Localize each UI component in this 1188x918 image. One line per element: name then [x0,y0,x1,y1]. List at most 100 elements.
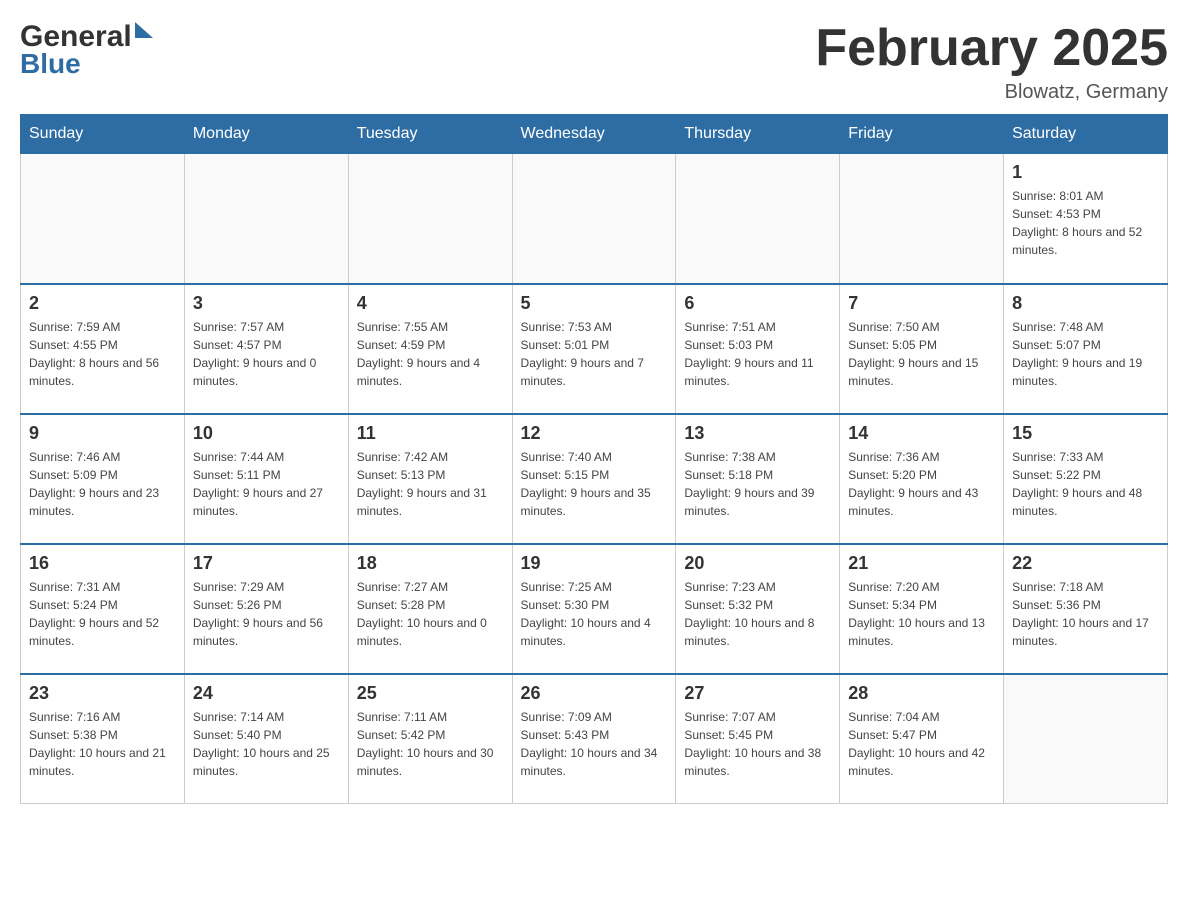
day-number: 13 [684,423,831,444]
calendar-cell: 23Sunrise: 7:16 AMSunset: 5:38 PMDayligh… [21,674,185,804]
day-number: 7 [848,293,995,314]
day-info: Sunrise: 7:59 AMSunset: 4:55 PMDaylight:… [29,318,176,390]
logo: General Blue [20,20,153,80]
calendar-week-row: 2 Sunrise: 7:59 AMSunset: 4:55 PMDaylight… [21,284,1168,414]
day-number: 22 [1012,553,1159,574]
day-info: Sunrise: 7:07 AMSunset: 5:45 PMDaylight:… [684,708,831,780]
day-info: Sunrise: 7:53 AMSunset: 5:01 PMDaylight:… [521,318,668,390]
calendar-cell: 8 Sunrise: 7:48 AMSunset: 5:07 PMDaylight… [1004,284,1168,414]
calendar-cell: 18 Sunrise: 7:27 AMSunset: 5:28 PMDayligh… [348,544,512,674]
day-info: Sunrise: 7:51 AMSunset: 5:03 PMDaylight:… [684,318,831,390]
day-info: Sunrise: 7:09 AMSunset: 5:43 PMDaylight:… [521,708,668,780]
day-info: Sunrise: 7:36 AMSunset: 5:20 PMDaylight:… [848,448,995,520]
calendar-cell: 2 Sunrise: 7:59 AMSunset: 4:55 PMDaylight… [21,284,185,414]
day-info: Sunrise: 7:44 AMSunset: 5:11 PMDaylight:… [193,448,340,520]
day-number: 14 [848,423,995,444]
title-section: February 2025 Blowatz, Germany [815,20,1168,104]
day-number: 19 [521,553,668,574]
calendar-cell: 10 Sunrise: 7:44 AMSunset: 5:11 PMDayligh… [184,414,348,544]
month-title: February 2025 [815,20,1168,77]
calendar-cell: 13 Sunrise: 7:38 AMSunset: 5:18 PMDayligh… [676,414,840,544]
day-number: 3 [193,293,340,314]
day-info: Sunrise: 7:11 AMSunset: 5:42 PMDaylight:… [357,708,504,780]
calendar-cell: 1Sunrise: 8:01 AMSunset: 4:53 PMDaylight… [1004,154,1168,284]
day-number: 21 [848,553,995,574]
logo-arrow-icon [135,22,153,38]
day-info: Sunrise: 7:48 AMSunset: 5:07 PMDaylight:… [1012,318,1159,390]
calendar-cell: 25 Sunrise: 7:11 AMSunset: 5:42 PMDayligh… [348,674,512,804]
calendar-week-row: 23Sunrise: 7:16 AMSunset: 5:38 PMDayligh… [21,674,1168,804]
calendar-cell: 17 Sunrise: 7:29 AMSunset: 5:26 PMDayligh… [184,544,348,674]
calendar-cell [184,154,348,284]
calendar-cell: 5 Sunrise: 7:53 AMSunset: 5:01 PMDaylight… [512,284,676,414]
calendar-table: SundayMondayTuesdayWednesdayThursdayFrid… [20,114,1168,804]
weekday-header-sunday: Sunday [21,115,185,154]
day-number: 20 [684,553,831,574]
day-number: 6 [684,293,831,314]
day-number: 8 [1012,293,1159,314]
day-info: Sunrise: 7:31 AMSunset: 5:24 PMDaylight:… [29,578,176,650]
calendar-cell [512,154,676,284]
day-number: 5 [521,293,668,314]
day-info: Sunrise: 7:25 AMSunset: 5:30 PMDaylight:… [521,578,668,650]
calendar-cell: 21 Sunrise: 7:20 AMSunset: 5:34 PMDayligh… [840,544,1004,674]
weekday-header-saturday: Saturday [1004,115,1168,154]
day-info: Sunrise: 7:55 AMSunset: 4:59 PMDaylight:… [357,318,504,390]
weekday-header-friday: Friday [840,115,1004,154]
calendar-cell: 3 Sunrise: 7:57 AMSunset: 4:57 PMDaylight… [184,284,348,414]
calendar-cell: 19 Sunrise: 7:25 AMSunset: 5:30 PMDayligh… [512,544,676,674]
day-number: 24 [193,683,340,704]
calendar-cell: 16Sunrise: 7:31 AMSunset: 5:24 PMDayligh… [21,544,185,674]
day-info: Sunrise: 7:04 AMSunset: 5:47 PMDaylight:… [848,708,995,780]
calendar-cell [1004,674,1168,804]
day-info: Sunrise: 7:20 AMSunset: 5:34 PMDaylight:… [848,578,995,650]
calendar-cell: 4 Sunrise: 7:55 AMSunset: 4:59 PMDaylight… [348,284,512,414]
location-text: Blowatz, Germany [815,81,1168,104]
day-info: Sunrise: 7:40 AMSunset: 5:15 PMDaylight:… [521,448,668,520]
calendar-week-row: 1Sunrise: 8:01 AMSunset: 4:53 PMDaylight… [21,154,1168,284]
day-number: 27 [684,683,831,704]
calendar-week-row: 9 Sunrise: 7:46 AMSunset: 5:09 PMDaylight… [21,414,1168,544]
weekday-header-tuesday: Tuesday [348,115,512,154]
day-info: Sunrise: 7:33 AMSunset: 5:22 PMDaylight:… [1012,448,1159,520]
calendar-cell: 14 Sunrise: 7:36 AMSunset: 5:20 PMDayligh… [840,414,1004,544]
day-number: 2 [29,293,176,314]
calendar-cell: 12 Sunrise: 7:40 AMSunset: 5:15 PMDayligh… [512,414,676,544]
day-number: 17 [193,553,340,574]
day-number: 15 [1012,423,1159,444]
day-info: Sunrise: 7:38 AMSunset: 5:18 PMDaylight:… [684,448,831,520]
logo-blue-text: Blue [20,48,81,80]
day-number: 4 [357,293,504,314]
day-info: Sunrise: 7:50 AMSunset: 5:05 PMDaylight:… [848,318,995,390]
day-info: Sunrise: 7:18 AMSunset: 5:36 PMDaylight:… [1012,578,1159,650]
day-number: 28 [848,683,995,704]
day-number: 1 [1012,162,1159,183]
weekday-header-wednesday: Wednesday [512,115,676,154]
weekday-header-row: SundayMondayTuesdayWednesdayThursdayFrid… [21,115,1168,154]
day-info: Sunrise: 7:14 AMSunset: 5:40 PMDaylight:… [193,708,340,780]
calendar-cell: 28 Sunrise: 7:04 AMSunset: 5:47 PMDayligh… [840,674,1004,804]
day-number: 18 [357,553,504,574]
day-number: 23 [29,683,176,704]
calendar-cell: 11Sunrise: 7:42 AMSunset: 5:13 PMDayligh… [348,414,512,544]
day-number: 25 [357,683,504,704]
day-number: 9 [29,423,176,444]
day-info: Sunrise: 7:27 AMSunset: 5:28 PMDaylight:… [357,578,504,650]
day-number: 12 [521,423,668,444]
day-number: 10 [193,423,340,444]
calendar-week-row: 16Sunrise: 7:31 AMSunset: 5:24 PMDayligh… [21,544,1168,674]
day-info: Sunrise: 7:57 AMSunset: 4:57 PMDaylight:… [193,318,340,390]
day-info: Sunrise: 7:29 AMSunset: 5:26 PMDaylight:… [193,578,340,650]
calendar-cell: 24 Sunrise: 7:14 AMSunset: 5:40 PMDayligh… [184,674,348,804]
weekday-header-monday: Monday [184,115,348,154]
calendar-cell [676,154,840,284]
calendar-cell [840,154,1004,284]
calendar-cell: 26Sunrise: 7:09 AMSunset: 5:43 PMDayligh… [512,674,676,804]
calendar-cell [21,154,185,284]
calendar-cell: 20Sunrise: 7:23 AMSunset: 5:32 PMDayligh… [676,544,840,674]
day-info: Sunrise: 7:46 AMSunset: 5:09 PMDaylight:… [29,448,176,520]
page-header: General Blue February 2025 Blowatz, Germ… [20,20,1168,104]
day-number: 11 [357,423,504,444]
calendar-cell: 7 Sunrise: 7:50 AMSunset: 5:05 PMDaylight… [840,284,1004,414]
calendar-cell: 27 Sunrise: 7:07 AMSunset: 5:45 PMDayligh… [676,674,840,804]
